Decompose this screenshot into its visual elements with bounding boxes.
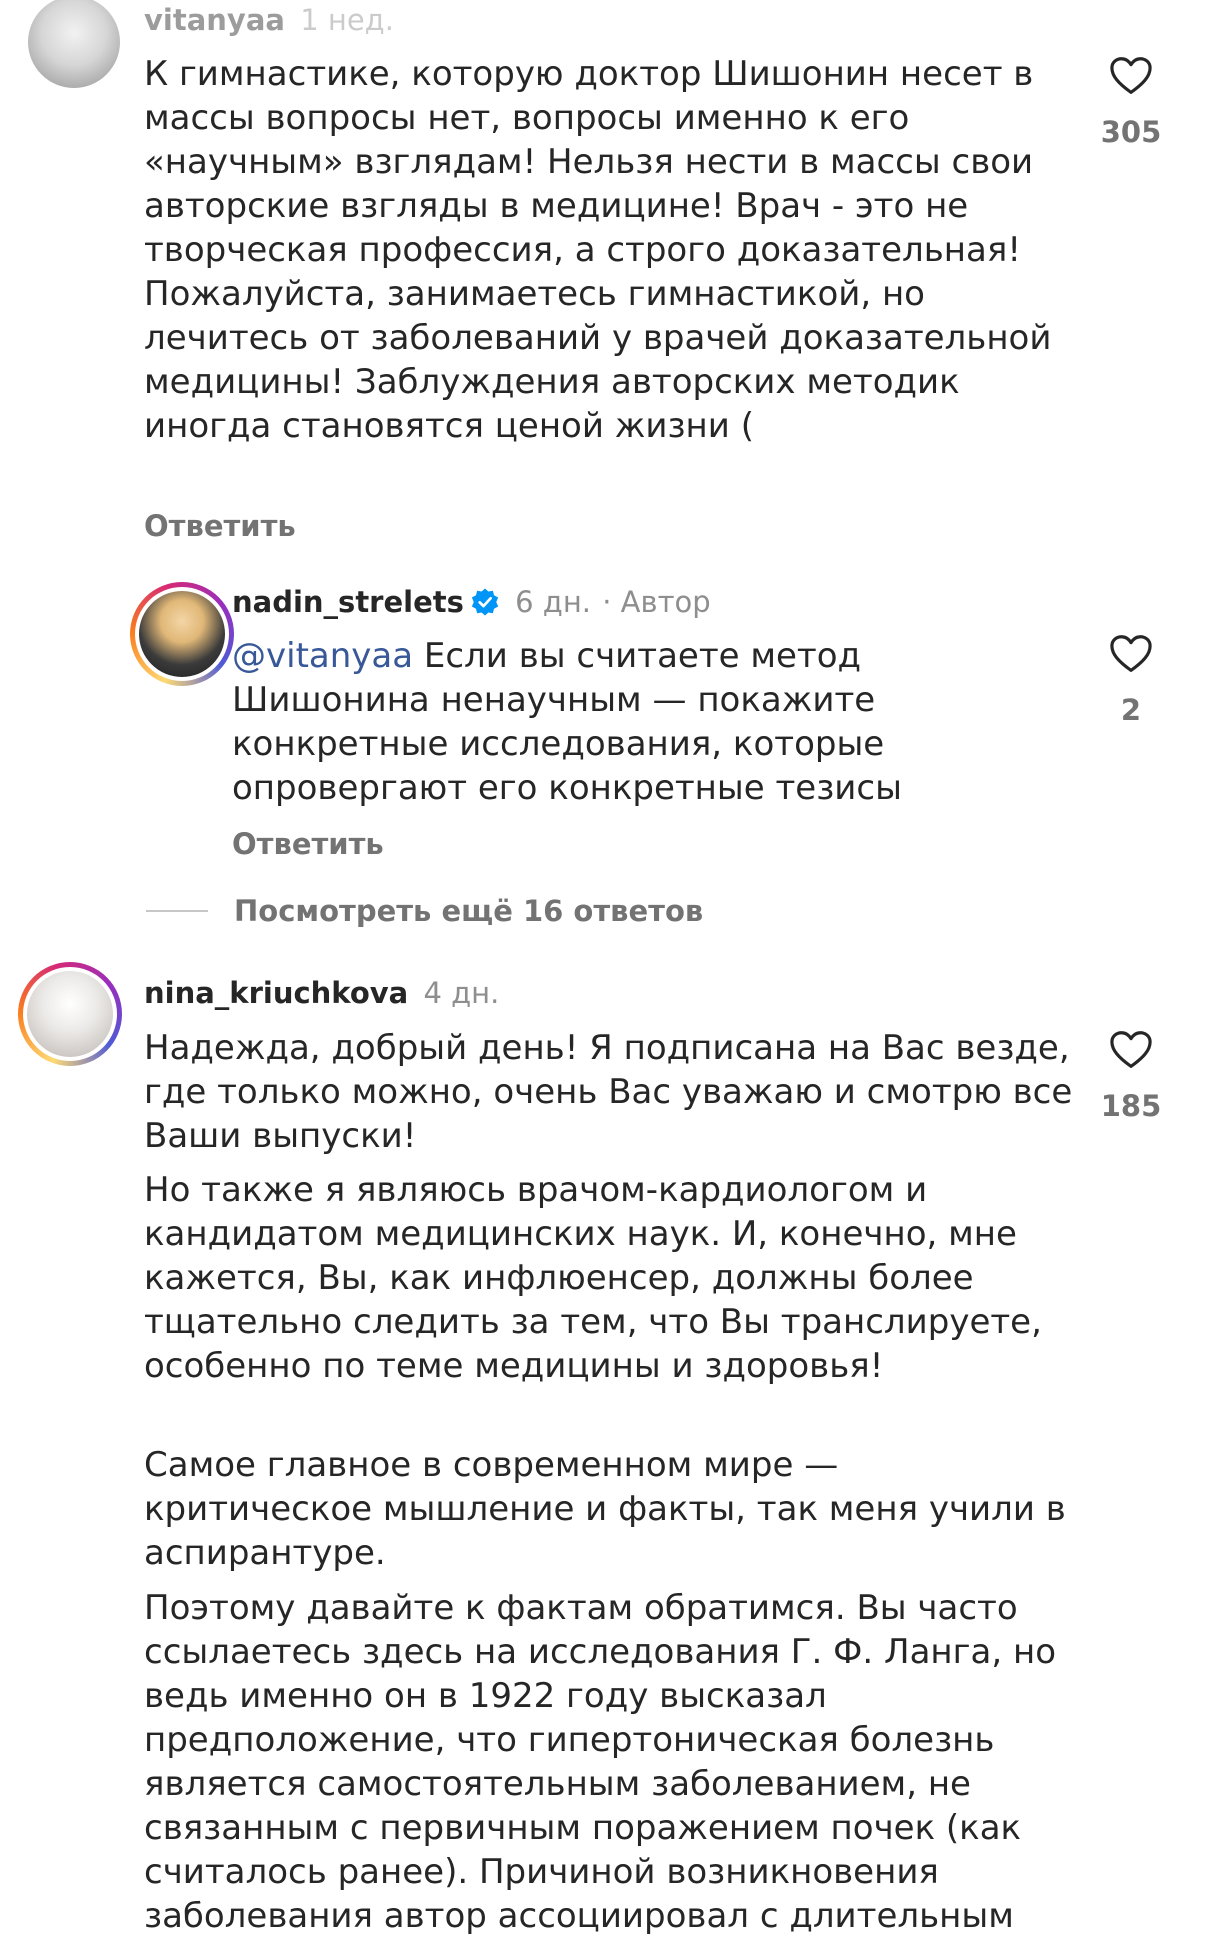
timestamp: 4 дн. bbox=[423, 976, 500, 1010]
divider bbox=[146, 910, 208, 912]
comment-paragraph: Самое главное в современном мире — крити… bbox=[144, 1445, 1066, 1573]
comment-paragraph: Но также я являюсь врачом-кардиологом и … bbox=[144, 1170, 1042, 1386]
comment-paragraph: Поэтому давайте к фактам обратимся. Вы ч… bbox=[144, 1588, 1057, 1936]
comment-text: К гимнастике, которую доктор Шишонин нес… bbox=[144, 54, 1052, 446]
like-count: 185 bbox=[1100, 1089, 1162, 1123]
comment-header: nadin_strelets 6 дн. · Автор bbox=[232, 584, 711, 620]
view-more-replies-button[interactable]: Посмотреть ещё 16 ответов bbox=[146, 891, 703, 931]
comment-text: @vitanyaa Если вы считаете метод Шишонин… bbox=[232, 634, 992, 810]
verified-badge-icon bbox=[471, 588, 499, 616]
avatar[interactable] bbox=[28, 0, 120, 88]
comment-header: vitanyaa 1 нед. bbox=[144, 2, 394, 38]
timestamp: 1 нед. bbox=[300, 3, 394, 37]
like-count: 305 bbox=[1100, 115, 1162, 149]
reply-button[interactable]: Ответить bbox=[232, 826, 384, 862]
reply-button[interactable]: Ответить bbox=[144, 508, 296, 544]
avatar[interactable] bbox=[130, 582, 234, 686]
comment-paragraph: Надежда, добрый день! Я подписана на Вас… bbox=[144, 1028, 1073, 1156]
username[interactable]: vitanyaa bbox=[144, 3, 285, 37]
username[interactable]: nina_kriuchkova bbox=[144, 976, 408, 1010]
mention-link[interactable]: @vitanyaa bbox=[232, 636, 413, 676]
like-button[interactable]: 305 bbox=[1091, 56, 1171, 150]
like-button[interactable]: 185 bbox=[1091, 1030, 1171, 1124]
heart-outline-icon bbox=[1110, 1031, 1152, 1068]
like-count: 2 bbox=[1120, 693, 1142, 727]
timestamp: 6 дн. bbox=[515, 585, 592, 619]
like-button[interactable]: 2 bbox=[1091, 634, 1171, 728]
heart-outline-icon bbox=[1110, 57, 1152, 94]
comment-header: nina_kriuchkova 4 дн. bbox=[144, 975, 499, 1011]
view-more-replies-label: Посмотреть ещё 16 ответов bbox=[234, 894, 704, 928]
heart-outline-icon bbox=[1110, 635, 1152, 672]
author-tag: · Автор bbox=[602, 585, 711, 619]
avatar[interactable] bbox=[18, 962, 122, 1066]
username[interactable]: nadin_strelets bbox=[232, 585, 464, 619]
